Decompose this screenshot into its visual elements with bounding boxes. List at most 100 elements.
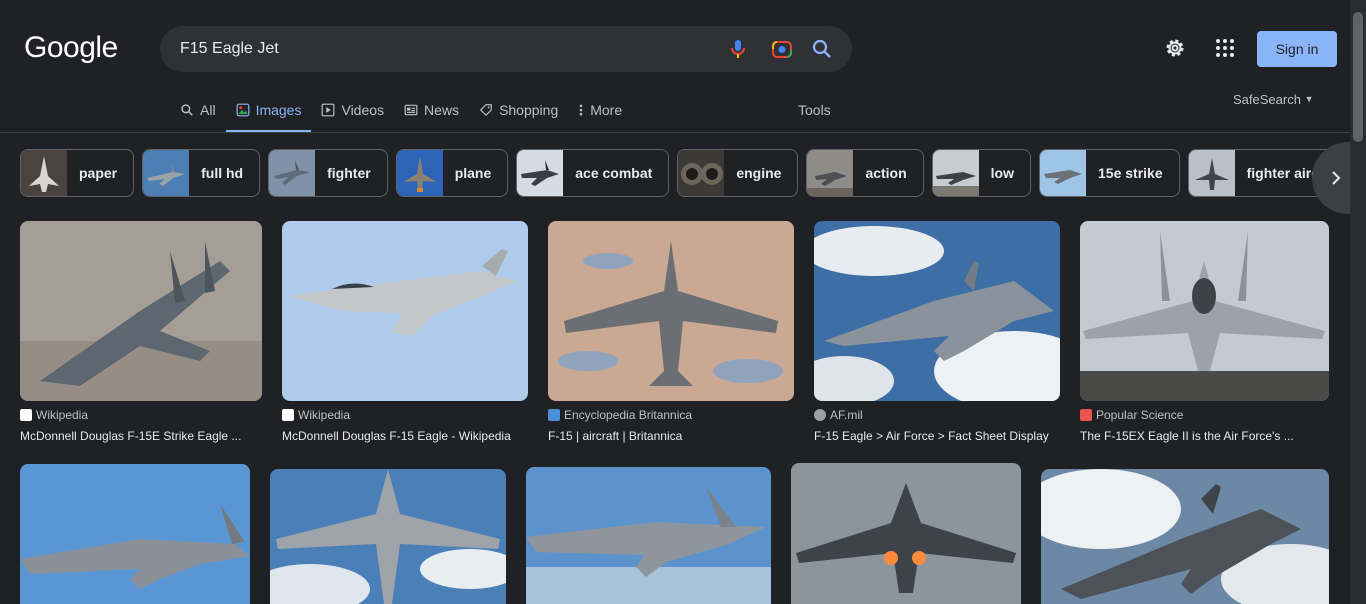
chip-thumbnail [1040,150,1087,196]
chip-plane[interactable]: plane [395,149,509,197]
result-image[interactable] [548,221,794,401]
image-result[interactable]: AF.mil F-15 Eagle > Air Force > Fact She… [814,221,1060,443]
result-source[interactable]: Wikipedia [20,407,262,423]
source-name: Popular Science [1096,408,1184,422]
chip-label: 15e strike [1098,165,1163,181]
google-logo[interactable]: Google [24,31,118,65]
camera-lens-icon[interactable] [770,37,794,61]
tab-label: All [200,102,216,118]
tab-label: More [590,102,623,118]
chip-engine[interactable]: engine [677,149,799,197]
apps-grid-icon[interactable] [1213,36,1237,60]
chip-fighter[interactable]: fighter [268,149,388,197]
safesearch-menu[interactable]: SafeSearch ▼ [1233,92,1313,107]
chip-thumbnail [807,150,854,196]
chevron-right-icon [1332,171,1341,185]
chip-label: ace combat [575,165,653,181]
scrollbar-thumb[interactable] [1353,12,1363,142]
chip-full-hd[interactable]: full hd [142,149,261,197]
image-result[interactable] [526,467,771,604]
chip-label: plane [454,165,492,181]
chip-label: action [865,165,907,181]
chip-15e-strike[interactable]: 15e strike [1039,149,1180,197]
tab-shopping[interactable]: Shopping [469,96,568,124]
image-result[interactable]: Popular Science The F-15EX Eagle II is t… [1080,221,1329,443]
mic-icon[interactable] [726,37,750,61]
result-source[interactable]: Encyclopedia Britannica [548,407,794,423]
image-result[interactable]: Wikipedia McDonnell Douglas F-15 Eagle -… [282,221,528,443]
result-title[interactable]: McDonnell Douglas F-15 Eagle - Wikipedia [282,429,528,443]
news-icon [404,104,418,116]
chip-ace-combat[interactable]: ace combat [516,149,670,197]
result-title[interactable]: F-15 | aircraft | Britannica [548,429,794,443]
page-scrollbar[interactable] [1350,0,1366,604]
wikipedia-favicon-icon [282,409,294,421]
popular-science-favicon-icon [1080,409,1092,421]
afmil-favicon-icon [814,409,826,421]
result-image[interactable] [526,467,771,604]
tag-icon [480,104,492,116]
image-result[interactable] [270,469,506,604]
search-icon[interactable] [810,37,834,61]
tab-more[interactable]: More [568,96,632,124]
tab-label: Videos [341,102,385,118]
result-image[interactable] [20,221,262,401]
chip-thumbnail [269,150,316,196]
image-result[interactable]: Wikipedia McDonnell Douglas F-15E Strike… [20,221,262,443]
chip-label: paper [79,165,118,181]
wikipedia-favicon-icon [20,409,32,421]
related-chips: paper full hd fighter plane ace combat e… [20,149,1328,197]
result-title[interactable]: F-15 Eagle > Air Force > Fact Sheet Disp… [814,429,1060,443]
result-image[interactable] [791,463,1021,604]
chip-paper[interactable]: paper [20,149,135,197]
search-tabs: All Images Videos News Shopping More [170,96,632,133]
chip-label: low [990,165,1015,181]
chip-action[interactable]: action [806,149,924,197]
result-title[interactable]: McDonnell Douglas F-15E Strike Eagle ... [20,429,262,443]
image-result[interactable] [20,464,250,604]
tab-images[interactable]: Images [225,96,312,133]
source-name: Wikipedia [36,408,89,422]
chip-label: full hd [201,165,244,181]
chip-label: engine [736,165,782,181]
tab-videos[interactable]: Videos [311,96,394,124]
chip-thumbnail [932,150,979,196]
dots-vertical-icon [579,104,583,116]
play-icon [322,103,335,117]
tab-label: Shopping [499,102,559,118]
result-title[interactable]: The F-15EX Eagle II is the Air Force's .… [1080,429,1329,443]
search-bar[interactable]: F15 Eagle Jet [160,26,852,72]
chip-thumbnail [1188,150,1235,196]
header-divider [0,132,1350,133]
tab-label: News [424,102,460,118]
source-name: AF.mil [830,408,863,422]
result-image[interactable] [282,221,528,401]
result-source[interactable]: AF.mil [814,407,1060,423]
result-image[interactable] [814,221,1060,401]
chip-thumbnail [678,150,725,196]
result-image[interactable] [1041,469,1329,604]
search-input[interactable]: F15 Eagle Jet [180,40,279,58]
chip-thumbnail [143,150,190,196]
caret-down-icon: ▼ [1304,94,1314,104]
chip-thumbnail [21,150,67,196]
result-source[interactable]: Wikipedia [282,407,528,423]
chip-low[interactable]: low [931,149,1032,197]
chip-fighter-aircraft[interactable]: fighter aircraft [1187,149,1328,197]
gear-icon[interactable] [1163,36,1187,60]
chip-thumbnail [396,150,443,196]
tab-label: Images [255,102,302,118]
result-image[interactable] [1080,221,1329,401]
image-result[interactable]: Encyclopedia Britannica F-15 | aircraft … [548,221,794,443]
tools-button[interactable]: Tools [798,102,831,118]
tab-news[interactable]: News [394,96,469,124]
result-image[interactable] [270,469,506,604]
image-result[interactable] [791,463,1021,604]
result-image[interactable] [20,464,250,604]
result-source[interactable]: Popular Science [1080,407,1329,423]
image-result[interactable] [1041,469,1329,604]
search-icon [181,104,193,116]
tab-all[interactable]: All [170,96,226,124]
safesearch-label: SafeSearch [1233,92,1301,107]
sign-in-button[interactable]: Sign in [1257,31,1337,67]
